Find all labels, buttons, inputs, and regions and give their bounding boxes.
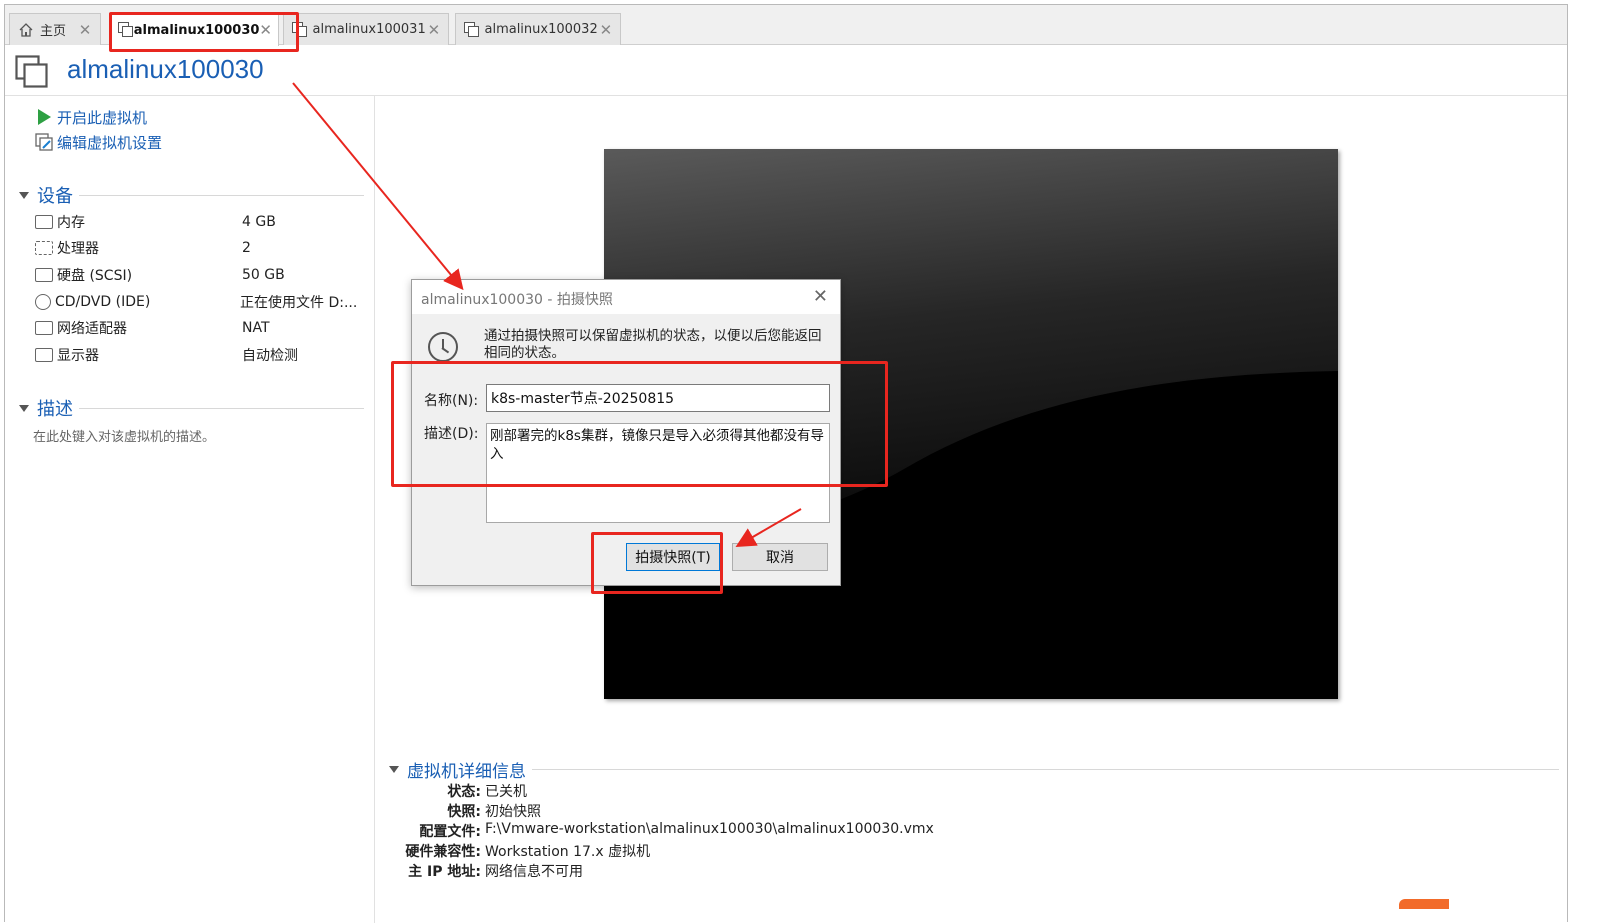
device-value: 自动检测 <box>242 348 298 364</box>
tab-home[interactable]: 主页 ✕ <box>9 13 101 45</box>
description-placeholder[interactable]: 在此处键入对该虚拟机的描述。 <box>33 426 215 445</box>
annotation-box-button <box>591 532 723 594</box>
devices-section-title: 设备 <box>37 186 73 207</box>
device-row-monitor[interactable]: 显示器 自动检测 <box>35 344 370 366</box>
detail-row-config-file: 配置文件: F:\Vmware-workstation\almalinux100… <box>389 821 1089 841</box>
device-name: CD/DVD (IDE) <box>55 294 151 310</box>
close-icon[interactable]: ✕ <box>76 21 94 39</box>
device-value: NAT <box>242 320 270 336</box>
tab-label: almalinux100031 <box>312 22 426 37</box>
device-row-cd[interactable]: CD/DVD (IDE) 正在使用文件 D:... <box>35 291 370 313</box>
device-name: 硬盘 (SCSI) <box>57 268 133 284</box>
detail-row-snapshot: 快照: 初始快照 <box>389 801 1089 821</box>
corner-decoration <box>1399 899 1449 909</box>
home-icon <box>18 22 34 38</box>
tab-almalinux100031[interactable]: almalinux100031 ✕ <box>283 13 449 45</box>
close-icon[interactable]: ✕ <box>426 21 442 39</box>
divider <box>532 768 1559 770</box>
detail-row-ip: 主 IP 地址: 网络信息不可用 <box>389 861 1089 881</box>
device-row-network[interactable]: 网络适配器 NAT <box>35 317 370 339</box>
vm-icon <box>464 21 479 38</box>
vm-details-title: 虚拟机详细信息 <box>407 761 526 782</box>
detail-key: 硬件兼容性: <box>405 844 481 860</box>
device-name: 网络适配器 <box>57 321 127 337</box>
divider <box>79 194 364 196</box>
close-icon[interactable]: ✕ <box>813 286 828 307</box>
collapse-caret-icon <box>19 191 29 199</box>
power-on-label: 开启此虚拟机 <box>57 108 148 127</box>
detail-key: 配置文件: <box>419 824 481 840</box>
edit-settings-link[interactable]: 编辑虚拟机设置 <box>35 131 162 153</box>
description-section-header[interactable]: 描述 <box>19 397 364 420</box>
device-value: 4 GB <box>242 214 276 230</box>
play-icon <box>35 108 53 126</box>
detail-value: 网络信息不可用 <box>485 864 583 880</box>
power-on-link[interactable]: 开启此虚拟机 <box>35 106 147 128</box>
detail-key: 快照: <box>447 804 481 820</box>
vm-header: almalinux100030 <box>13 51 1563 95</box>
vm-icon <box>15 55 49 89</box>
description-section-title: 描述 <box>37 399 73 420</box>
cpu-icon <box>35 241 53 255</box>
detail-key: 主 IP 地址: <box>408 864 481 880</box>
clock-icon <box>428 332 458 362</box>
collapse-caret-icon <box>19 404 29 412</box>
annotation-box-tab <box>109 12 299 52</box>
detail-row-hardware-compat: 硬件兼容性: Workstation 17.x 虚拟机 <box>389 841 1089 861</box>
monitor-icon <box>35 348 53 362</box>
cancel-button[interactable]: 取消 <box>732 543 828 571</box>
page-title: almalinux100030 <box>67 54 264 84</box>
detail-key: 状态: <box>447 784 481 800</box>
device-value: 2 <box>242 240 251 256</box>
device-value: 50 GB <box>242 267 285 283</box>
detail-value: F:\Vmware-workstation\almalinux100030\al… <box>485 821 934 837</box>
vm-details-header[interactable]: 虚拟机详细信息 <box>389 757 1559 782</box>
dialog-titlebar: almalinux100030 - 拍摄快照 ✕ <box>412 280 840 314</box>
dialog-title: almalinux100030 - 拍摄快照 <box>421 292 613 308</box>
detail-value: 已关机 <box>485 784 527 800</box>
close-icon[interactable]: ✕ <box>598 21 614 39</box>
device-row-disk[interactable]: 硬盘 (SCSI) 50 GB <box>35 264 370 286</box>
disk-icon <box>35 268 53 282</box>
tab-label: almalinux100032 <box>484 22 598 37</box>
dialog-message: 通过拍摄快照可以保留虚拟机的状态，以便以后您能返回相同的状态。 <box>484 328 822 361</box>
device-row-cpu[interactable]: 处理器 2 <box>35 237 370 259</box>
device-name: 处理器 <box>57 241 99 257</box>
device-value: 正在使用文件 D:... <box>240 295 358 311</box>
cd-icon <box>35 294 51 310</box>
divider <box>79 407 364 409</box>
detail-value: Workstation 17.x 虚拟机 <box>485 844 651 860</box>
tab-almalinux100032[interactable]: almalinux100032 ✕ <box>455 13 621 45</box>
devices-section-header[interactable]: 设备 <box>19 184 364 207</box>
device-row-memory[interactable]: 内存 4 GB <box>35 211 370 233</box>
left-pane: 开启此虚拟机 编辑虚拟机设置 设备 内存 4 GB 处理器 2 硬盘 (SCSI… <box>5 96 375 923</box>
detail-value: 初始快照 <box>485 804 541 820</box>
edit-settings-label: 编辑虚拟机设置 <box>57 133 163 152</box>
device-name: 显示器 <box>57 348 99 364</box>
device-name: 内存 <box>57 215 85 231</box>
tab-label: 主页 <box>40 24 67 39</box>
edit-settings-icon <box>35 133 53 151</box>
network-icon <box>35 321 53 335</box>
memory-icon <box>35 215 53 229</box>
annotation-box-fields <box>391 361 888 487</box>
vmware-window: 主页 ✕ almalinux100030 ✕ almalinux100031 ✕ <box>4 4 1568 923</box>
collapse-caret-icon <box>389 765 399 773</box>
detail-row-state: 状态: 已关机 <box>389 781 1089 801</box>
